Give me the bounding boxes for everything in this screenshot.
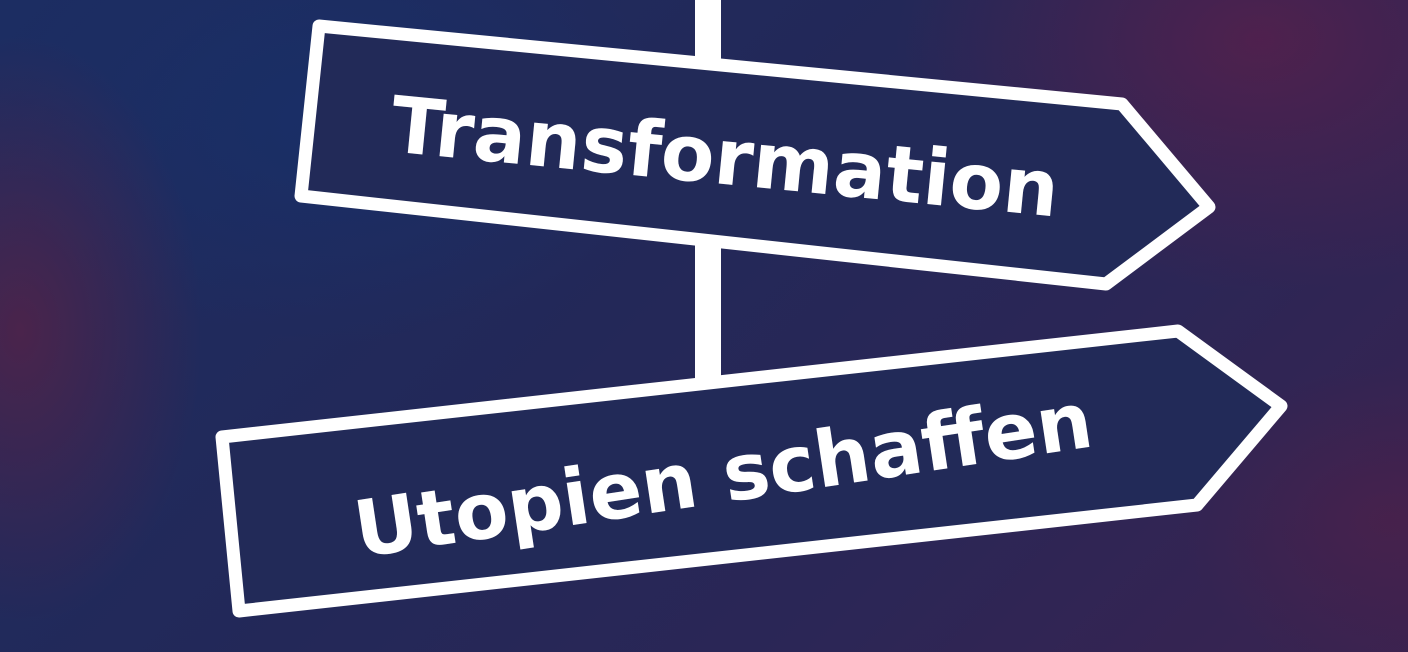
signpost-graphic: Transformation Utopien schaffen <box>215 0 1288 618</box>
signpost-illustration: Transformation Utopien schaffen <box>0 0 1408 652</box>
lower-sign: Utopien schaffen <box>215 324 1288 618</box>
upper-sign: Transformation <box>294 19 1216 291</box>
